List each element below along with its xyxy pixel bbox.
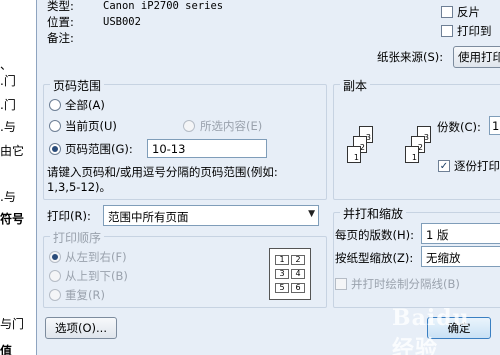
doc-line: 符号: [0, 212, 25, 226]
background-document: 、 .门 .门 .与 由它 .与 符号 与门 值: [0, 0, 36, 355]
page-range-title: 页码范围: [50, 77, 105, 94]
draw-borders-checkbox[interactable]: [335, 278, 347, 290]
current-page-label: 当前页(U): [65, 119, 117, 133]
selection-radio[interactable]: [183, 120, 195, 132]
scale-value: 无缩放: [426, 251, 461, 265]
pages-per-sheet-value: 1 版: [426, 228, 449, 242]
copies-title: 副本: [340, 77, 371, 94]
copies-count-input[interactable]: 1: [489, 116, 500, 135]
left-to-right-radio[interactable]: [49, 251, 61, 263]
page-range-input[interactable]: 10-13: [147, 139, 267, 158]
doc-line: .与: [0, 190, 16, 204]
print-what-label: 打印(R):: [47, 209, 91, 223]
page-range-label: 页码范围(G):: [65, 142, 133, 156]
print-what-select[interactable]: 范围中所有页面 ▼: [103, 205, 319, 226]
reverse-label: 反片: [457, 5, 480, 19]
preview-cell: 5: [275, 283, 289, 293]
printer-location-value: USB002: [103, 16, 141, 28]
preview-cell: 1: [275, 255, 289, 265]
options-button[interactable]: 选项(O)...: [45, 317, 117, 339]
page-range-hint-example: 1,3,5-12)。: [47, 180, 112, 194]
draw-borders-label: 并打时绘制分隔线(B): [351, 277, 460, 291]
preview-cell: 6: [291, 283, 305, 293]
scale-select[interactable]: 无缩放: [421, 246, 500, 267]
preview-cell: 2: [291, 255, 305, 265]
print-to-file-label: 打印到: [457, 24, 492, 38]
print-dialog: 类型: Canon iP2700 series 位置: USB002 备注: 反…: [36, 0, 500, 355]
page-range-hint: 请键入页码和/或用逗号分隔的页码范围(例如:: [47, 165, 278, 179]
reverse-checkbox[interactable]: [441, 6, 453, 18]
all-pages-radio[interactable]: [49, 99, 61, 111]
doc-line: .门: [0, 98, 16, 112]
preview-cell: 3: [275, 269, 289, 279]
dropdown-arrow-icon: ▼: [308, 209, 315, 219]
page-range-radio[interactable]: [49, 143, 61, 155]
repeat-radio[interactable]: [49, 289, 61, 301]
baidu-watermark: Baidu 经验: [392, 305, 470, 355]
print-what-value: 范围中所有页面: [108, 210, 189, 224]
scale-label: 按纸型缩放(Z):: [335, 251, 414, 265]
preview-cell: 4: [291, 269, 305, 279]
collate-checkbox[interactable]: ✓: [438, 160, 450, 172]
doc-line: 由它: [0, 144, 25, 158]
collate-page-icon: 1: [405, 146, 419, 163]
pages-per-sheet-select[interactable]: 1 版: [421, 223, 500, 244]
doc-line: 与门: [0, 317, 25, 331]
printer-type-label: 类型:: [47, 0, 74, 13]
doc-line: .与: [0, 120, 16, 134]
current-page-radio[interactable]: [49, 120, 61, 132]
printer-type-value: Canon iP2700 series: [103, 0, 224, 12]
repeat-label: 重复(R): [65, 288, 105, 302]
top-to-bottom-label: 从上到下(B): [65, 269, 128, 283]
all-pages-label: 全部(A): [65, 98, 105, 112]
print-order-preview: 1 2 3 4 5 6: [269, 248, 311, 300]
doc-line: 、: [0, 58, 13, 72]
left-to-right-label: 从左到右(F): [65, 250, 127, 264]
copies-count-label: 份数(C):: [437, 120, 481, 134]
zoom-title: 并打和缩放: [340, 205, 407, 222]
printer-location-label: 位置:: [47, 15, 74, 29]
printer-comment-label: 备注:: [47, 31, 74, 45]
doc-line: .门: [0, 74, 16, 88]
collate-page-icon: 1: [347, 146, 361, 163]
doc-line: 值: [0, 344, 13, 355]
pages-per-sheet-label: 每页的版数(H):: [335, 228, 414, 242]
paper-source-label: 纸张来源(S):: [377, 50, 444, 64]
print-order-title: 打印顺序: [50, 229, 105, 246]
print-to-file-checkbox[interactable]: [441, 25, 453, 37]
selection-label: 所选内容(E): [200, 119, 263, 133]
top-to-bottom-radio[interactable]: [49, 270, 61, 282]
collate-label: 逐份打印: [454, 159, 500, 173]
paper-source-select[interactable]: 使用打印: [453, 46, 500, 68]
